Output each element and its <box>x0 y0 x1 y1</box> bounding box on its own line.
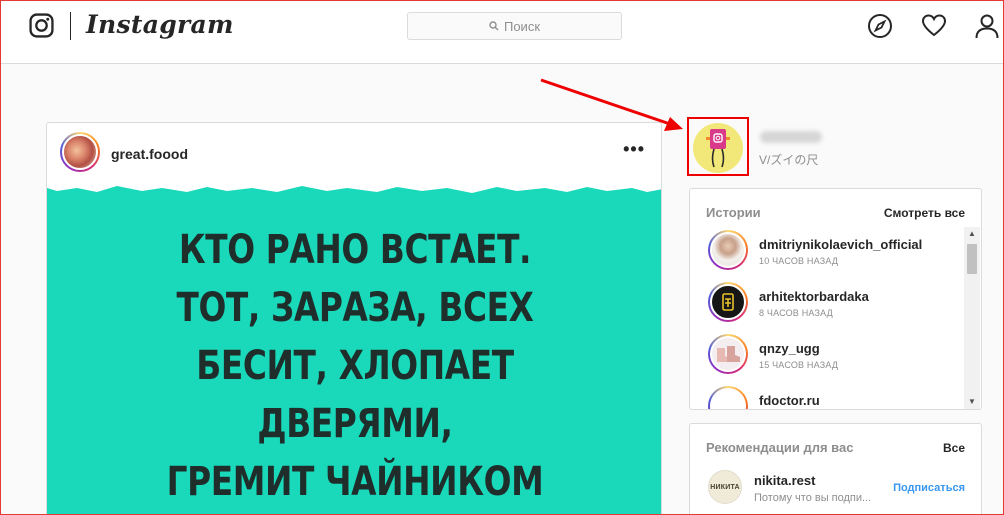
my-full-name: V/ズイの尺 <box>759 153 819 167</box>
recommendation-avatar[interactable]: НИКИТА <box>708 470 742 504</box>
scroll-thumb[interactable] <box>967 244 977 274</box>
image-text-line: БЕСИТ, ХЛОПАЕТ <box>196 343 514 389</box>
scroll-up-arrow-icon[interactable]: ▲ <box>964 227 980 241</box>
feed-post: great.foood ••• КТО РАНО ВСТАЕТ. ТОТ, ЗА… <box>46 122 662 515</box>
fdoctor-logo-icon <box>713 406 743 410</box>
post-author-username[interactable]: great.foood <box>111 146 188 162</box>
story-username: arhitektorbardaka <box>759 289 869 304</box>
post-header: great.foood ••• <box>47 123 661 183</box>
torn-paper-edge <box>47 183 661 193</box>
stories-panel: Истории Смотреть все dmitriynikolaevich_… <box>689 188 982 410</box>
story-avatar <box>710 232 746 268</box>
see-all-recommendations-link[interactable]: Все <box>943 441 965 455</box>
post-author-avatar[interactable] <box>60 132 100 172</box>
blurred-username <box>760 131 822 143</box>
logo-divider <box>70 12 71 40</box>
image-text-line: ТОТ, ЗАРАЗА, ВСЕХ <box>176 285 534 331</box>
profile-person-icon[interactable] <box>974 13 1000 39</box>
broom-logo-icon <box>722 293 734 311</box>
scroll-down-arrow-icon[interactable]: ▼ <box>964 395 980 409</box>
annotation-highlight-box <box>687 117 749 176</box>
stories-scrollbar[interactable]: ▲ ▼ <box>964 227 980 409</box>
top-navigation: Instagram Поиск <box>0 0 1004 64</box>
recommendations-panel: Рекомендации для вас Все НИКИТА nikita.r… <box>689 423 982 515</box>
ugg-boots-icon <box>717 346 740 362</box>
story-item[interactable]: arhitektorbardaka 8 ЧАСОВ НАЗАД <box>706 282 956 326</box>
story-time: 15 ЧАСОВ НАЗАД <box>759 360 839 370</box>
activity-heart-icon[interactable] <box>921 13 947 39</box>
story-avatar <box>710 284 746 320</box>
story-time: 8 ЧАСОВ НАЗАД <box>759 308 833 318</box>
explore-compass-icon[interactable] <box>867 13 893 39</box>
story-item[interactable]: dmitriynikolaevich_official 10 ЧАСОВ НАЗ… <box>706 230 956 274</box>
recommendations-title: Рекомендации для вас <box>706 440 854 455</box>
follow-button[interactable]: Подписаться <box>893 482 965 494</box>
search-input[interactable]: Поиск <box>407 12 622 40</box>
post-image-text: КТО РАНО ВСТАЕТ. ТОТ, ЗАРАЗА, ВСЕХ БЕСИТ… <box>47 221 661 511</box>
image-text-line: ДВЕРЯМИ, <box>257 401 453 447</box>
image-text-line: ГРЕМИТ ЧАЙНИКОМ <box>166 459 544 505</box>
story-avatar <box>710 388 746 410</box>
story-username: qnzy_ugg <box>759 341 820 356</box>
image-text-line: КТО РАНО ВСТАЕТ. <box>178 227 532 273</box>
recommendation-username[interactable]: nikita.rest <box>754 473 815 488</box>
recommendation-reason: Потому что вы подпи... <box>754 492 872 504</box>
see-all-stories-link[interactable]: Смотреть все <box>884 206 965 220</box>
stories-title: Истории <box>706 205 761 220</box>
story-username: dmitriynikolaevich_official <box>759 237 923 252</box>
search-icon <box>489 21 499 31</box>
story-time: 10 ЧАСОВ НАЗАД <box>759 256 839 266</box>
instagram-wordmark[interactable]: Instagram <box>86 10 234 39</box>
more-options-icon[interactable]: ••• <box>623 140 645 158</box>
instagram-logo-icon[interactable] <box>29 13 54 38</box>
post-image[interactable]: КТО РАНО ВСТАЕТ. ТОТ, ЗАРАЗА, ВСЕХ БЕСИТ… <box>47 183 661 515</box>
story-item[interactable]: fdoctor.ru <box>706 386 956 410</box>
story-avatar <box>710 336 746 372</box>
story-item[interactable]: qnzy_ugg 15 ЧАСОВ НАЗАД <box>706 334 956 378</box>
search-placeholder: Поиск <box>503 18 541 34</box>
story-username: fdoctor.ru <box>759 393 820 408</box>
